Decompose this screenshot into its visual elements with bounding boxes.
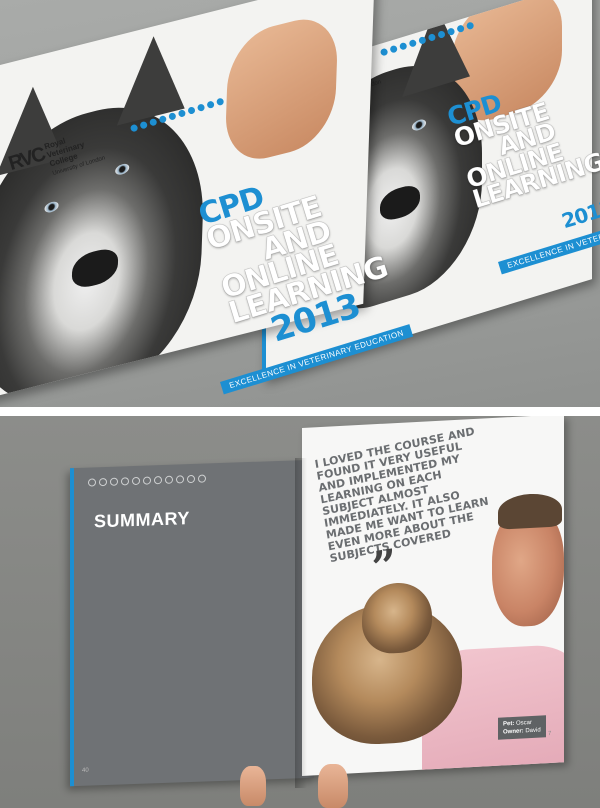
photo-caption: Pet: Oscar Owner: David (498, 715, 546, 740)
page-icon (132, 476, 140, 486)
social-icon (139, 120, 149, 130)
page-number-right: 7 (548, 730, 552, 738)
covers-photo: RVCRoyalVeterinaryCollegeUniversity of L… (0, 0, 600, 407)
social-icon (158, 114, 168, 124)
social-icon (408, 38, 418, 48)
page-icons-row (88, 469, 209, 491)
page-icon (165, 475, 173, 484)
page-icon (198, 474, 206, 483)
social-icon (446, 27, 456, 36)
brochure-spread: SUMMARY 40 I LOVED THE COURSE AND FOUND … (70, 416, 570, 788)
testimonial-quote: I LOVED THE COURSE AND FOUND IT VERY USE… (313, 424, 490, 566)
hand-photo (224, 9, 339, 169)
caption-owner-label: Owner: (503, 728, 524, 736)
social-icon (206, 100, 215, 110)
page-icon (187, 474, 195, 484)
social-icon (148, 117, 158, 127)
spread-gutter (295, 458, 315, 788)
social-icon (196, 103, 206, 112)
page-icon (121, 477, 129, 486)
page-icon (176, 475, 184, 484)
thumb-photo (318, 764, 348, 808)
social-icon (437, 30, 446, 39)
page-icon (143, 476, 151, 485)
social-icon (465, 21, 475, 31)
social-icon (177, 109, 187, 118)
page-icon (99, 477, 107, 487)
social-icon (418, 35, 427, 45)
summary-heading: SUMMARY (94, 508, 190, 532)
social-icon (129, 123, 139, 133)
photo-divider (0, 407, 600, 416)
thumb-photo (240, 766, 266, 806)
owner-hair (498, 492, 562, 530)
page-icon (110, 477, 118, 486)
page-icon (154, 476, 162, 485)
social-icon (168, 111, 177, 121)
page-number-left: 40 (82, 767, 89, 774)
social-icon (427, 33, 437, 42)
social-icon (379, 47, 389, 57)
page-left: SUMMARY 40 (70, 459, 314, 787)
social-icon (215, 97, 225, 107)
social-icon (398, 41, 408, 51)
caption-pet-label: Pet: (503, 720, 515, 728)
page-right: I LOVED THE COURSE AND FOUND IT VERY USE… (302, 416, 564, 776)
social-icon (187, 106, 196, 115)
spread-photo: SUMMARY 40 I LOVED THE COURSE AND FOUND … (0, 416, 600, 808)
page-icon (88, 478, 96, 487)
caption-owner: David (525, 727, 541, 735)
caption-pet: Oscar (516, 719, 533, 727)
social-icon (456, 24, 465, 34)
social-icon (389, 44, 399, 54)
